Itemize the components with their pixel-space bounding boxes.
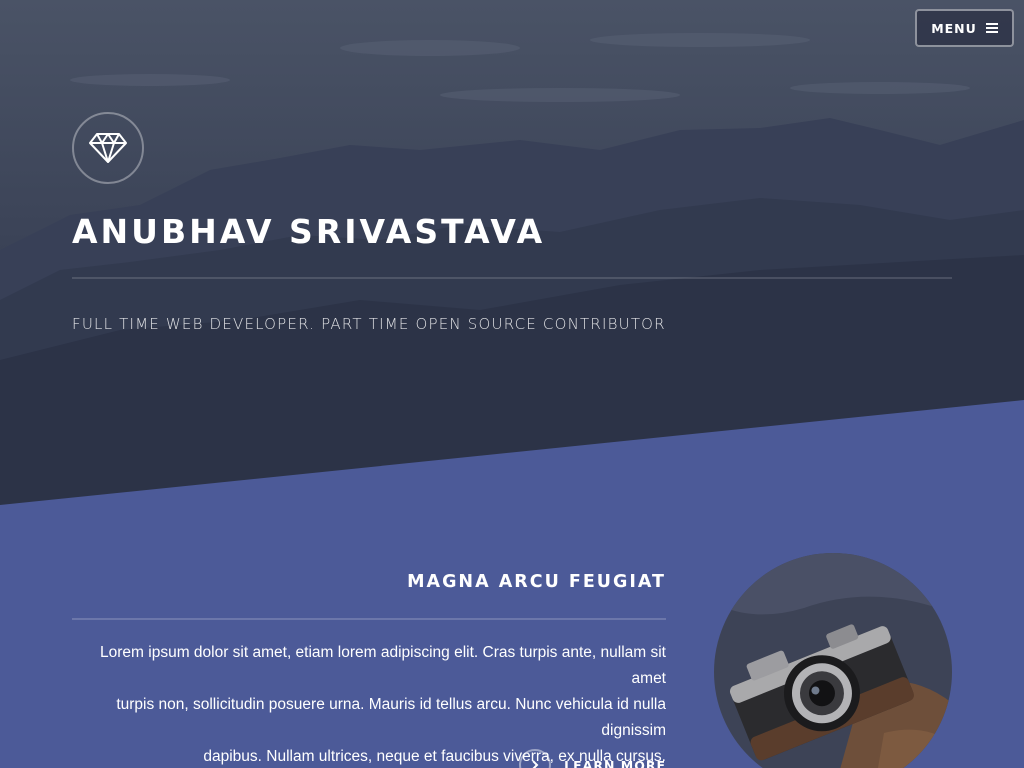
menu-button[interactable]: MENU	[915, 9, 1014, 47]
feature-heading: MAGNA ARCU FEUGIAT	[407, 572, 666, 592]
diamond-icon	[89, 133, 127, 163]
learn-more-button[interactable]: LEARN MORE	[519, 749, 666, 768]
feature-divider	[72, 618, 666, 620]
logo	[72, 112, 144, 184]
camera-photo	[714, 553, 952, 768]
banner: MENU ANUBHAV SRIVASTAVA FULL TIME WEB DE…	[0, 0, 1024, 505]
feature-image	[714, 553, 952, 768]
chevron-right-icon	[519, 749, 552, 768]
feature-body-line: turpis non, sollicitudin posuere urna. M…	[116, 696, 666, 739]
tagline: FULL TIME WEB DEVELOPER. PART TIME OPEN …	[72, 315, 666, 333]
mountain-background	[0, 0, 1024, 505]
hamburger-icon	[985, 23, 998, 33]
title-divider	[72, 277, 952, 279]
menu-label: MENU	[931, 20, 977, 36]
site-title: ANUBHAV SRIVASTAVA	[72, 212, 546, 251]
learn-more-label: LEARN MORE	[564, 757, 666, 768]
feature-body-line: Lorem ipsum dolor sit amet, etiam lorem …	[100, 644, 666, 687]
